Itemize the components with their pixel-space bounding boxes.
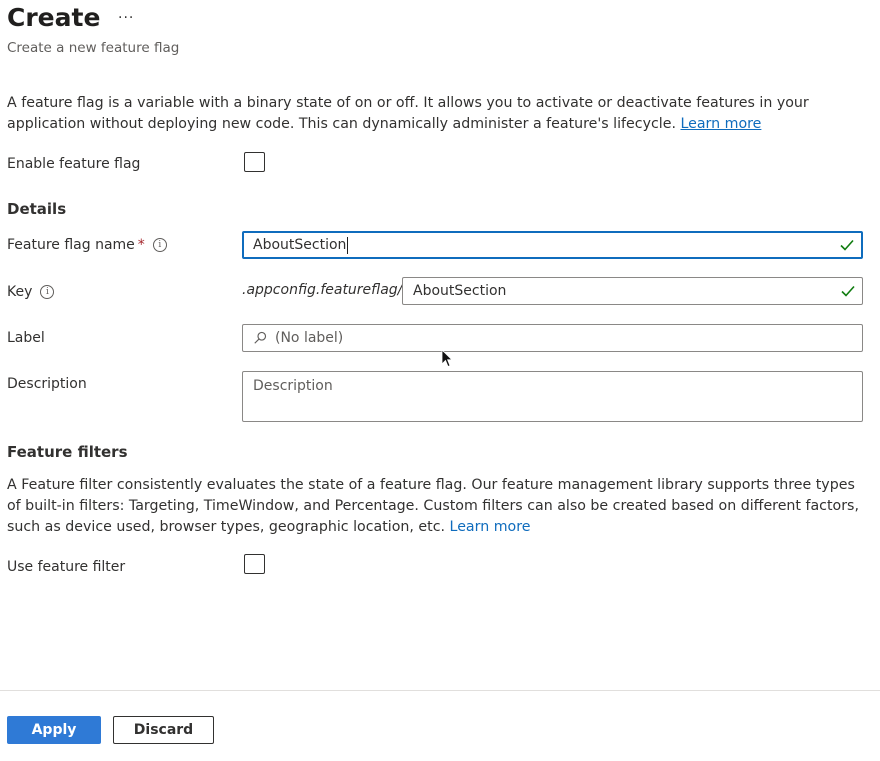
discard-button[interactable]: Discard	[113, 716, 214, 744]
label-label: Label	[7, 330, 45, 346]
key-input[interactable]: AboutSection	[402, 277, 863, 305]
info-icon[interactable]: i	[40, 285, 55, 299]
feature-flag-name-label-text: Feature flag name	[7, 237, 135, 253]
valid-check-icon	[840, 239, 854, 251]
feature-filters-description: A Feature filter consistently evaluates …	[7, 475, 867, 538]
use-feature-filter-label: Use feature filter	[7, 559, 126, 575]
feature-filters-text: A Feature filter consistently evaluates …	[7, 477, 859, 535]
mouse-cursor-icon	[441, 349, 453, 368]
intro-learn-more-link[interactable]: Learn more	[680, 116, 761, 132]
details-heading: Details	[7, 200, 67, 218]
key-label: Key i	[7, 284, 55, 300]
footer-divider	[0, 690, 880, 691]
key-value: AboutSection	[413, 283, 507, 299]
more-options-icon[interactable]: ···	[118, 10, 134, 26]
label-placeholder: (No label)	[275, 330, 344, 346]
info-icon[interactable]: i	[152, 238, 167, 252]
key-prefix: .appconfig.featureflag/	[242, 282, 403, 298]
feature-flag-name-value: AboutSection	[253, 237, 347, 253]
page-title: Create	[7, 3, 101, 32]
filters-learn-more-link[interactable]: Learn more	[450, 519, 531, 535]
text-caret	[347, 236, 349, 254]
use-feature-filter-checkbox[interactable]	[244, 554, 265, 574]
description-placeholder: Description	[253, 378, 333, 394]
valid-check-icon	[841, 285, 855, 297]
intro-description: A feature flag is a variable with a bina…	[7, 93, 867, 135]
search-icon	[254, 331, 267, 344]
label-combobox[interactable]: (No label)	[242, 324, 863, 352]
page-subtitle: Create a new feature flag	[7, 40, 180, 56]
key-label-text: Key	[7, 284, 33, 300]
description-textarea[interactable]: Description	[242, 371, 863, 422]
feature-flag-name-label: Feature flag name * i	[7, 237, 167, 253]
enable-feature-flag-label: Enable feature flag	[7, 156, 141, 172]
feature-filters-heading: Feature filters	[7, 443, 128, 461]
description-label: Description	[7, 376, 87, 392]
feature-flag-name-input[interactable]: AboutSection	[242, 231, 863, 259]
enable-feature-flag-checkbox[interactable]	[244, 152, 265, 172]
apply-button[interactable]: Apply	[7, 716, 101, 744]
required-indicator: *	[137, 237, 145, 253]
